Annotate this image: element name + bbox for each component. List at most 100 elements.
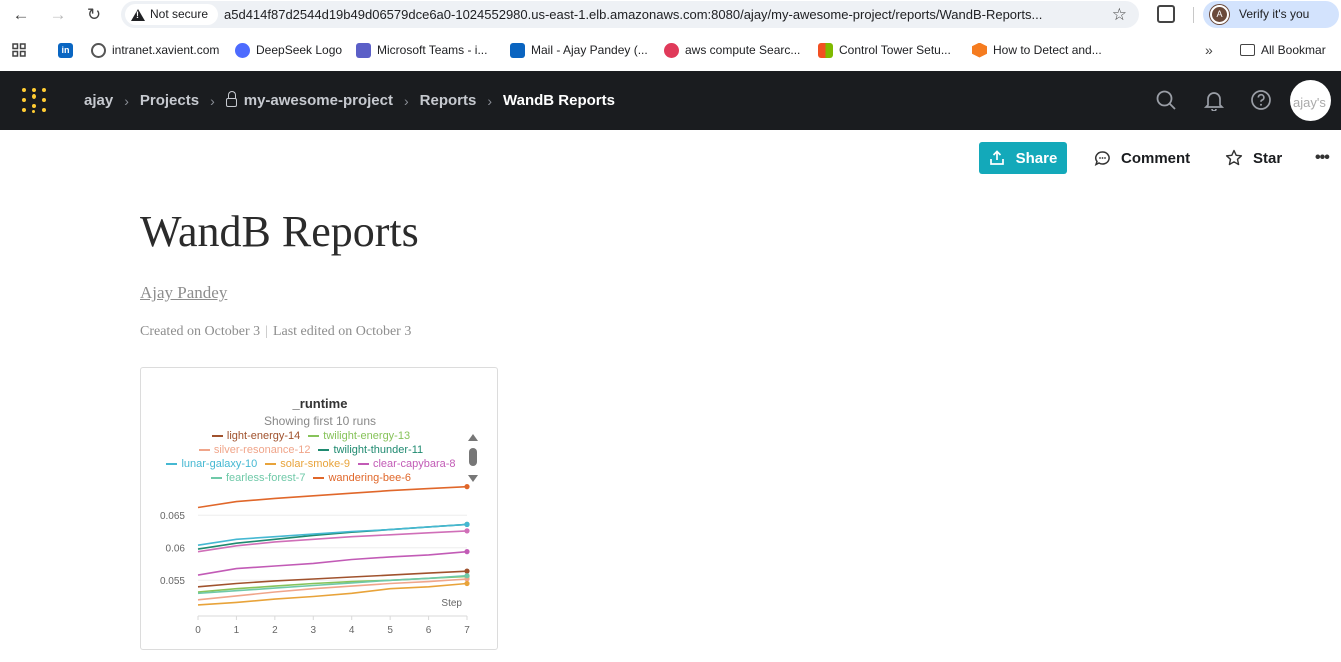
legend-swatch (318, 449, 330, 451)
chevron-right-icon: › (124, 92, 129, 109)
chevron-right-icon: › (487, 92, 492, 109)
legend-row: silver-resonance-12 twilight-thunder-11 (141, 443, 481, 457)
bookmarks-bar: in intranet.xavient.com DeepSeek Logo Mi… (0, 36, 1341, 64)
legend-swatch (211, 435, 223, 437)
bookmark-item[interactable]: Microsoft Teams - i... (356, 36, 487, 64)
wandb-logo-icon[interactable] (21, 87, 47, 113)
search-icon[interactable] (1155, 89, 1177, 111)
series-end-point (464, 549, 470, 555)
breadcrumb-project[interactable]: my-awesome-project (244, 92, 393, 109)
report-title[interactable]: WandB Reports (140, 206, 419, 257)
comment-button[interactable]: Comment (1094, 142, 1190, 174)
forward-arrow-icon[interactable]: → (47, 4, 69, 26)
bookmark-item[interactable]: DeepSeek Logo (235, 36, 342, 64)
legend-item[interactable]: fearless-forest-7 (210, 471, 305, 485)
legend-item[interactable]: wandering-bee-6 (313, 471, 411, 485)
legend-label: wandering-bee-6 (328, 472, 412, 484)
all-bookmarks-folder[interactable]: All Bookmar (1240, 36, 1326, 64)
series-end-point (464, 528, 470, 534)
legend-label: lunar-galaxy-10 (181, 458, 258, 470)
globe-icon (91, 42, 106, 58)
series-line (197, 523, 468, 546)
bookmark-label: aws compute Searc... (685, 43, 801, 57)
bookmark-label: Control Tower Setu... (839, 43, 951, 57)
legend-item[interactable]: light-energy-14 (211, 429, 301, 443)
share-button[interactable]: Share (979, 142, 1067, 174)
apps-grid-icon[interactable] (12, 36, 26, 64)
x-axis-label: Step (441, 598, 462, 609)
legend-item[interactable]: lunar-galaxy-10 (166, 457, 257, 471)
bell-icon[interactable] (1203, 89, 1225, 111)
user-avatar[interactable]: ajay's (1290, 80, 1331, 121)
bookmark-item[interactable]: How to Detect and... (972, 36, 1102, 64)
linkedin-icon: in (58, 42, 73, 58)
legend-row: light-energy-14 twilight-energy-13 (141, 429, 481, 443)
microsoft-icon (818, 42, 833, 58)
bookmark-item[interactable]: aws compute Searc... (664, 36, 800, 64)
breadcrumb-projects[interactable]: Projects (140, 92, 199, 109)
x-tick-label: 5 (387, 625, 393, 636)
bookmark-star-icon[interactable]: ☆ (1112, 4, 1127, 25)
bookmark-label: Microsoft Teams - i... (377, 43, 488, 57)
legend-swatch (265, 463, 277, 465)
folder-icon (1240, 44, 1255, 56)
legend-item[interactable]: clear-capybara-8 (357, 457, 456, 471)
x-tick-label: 3 (311, 625, 317, 636)
x-tick-label: 2 (272, 625, 278, 636)
more-bookmarks-chevron-icon[interactable]: » (1205, 36, 1213, 64)
chevron-right-icon: › (210, 92, 215, 109)
legend-swatch (210, 477, 222, 479)
report-author-link[interactable]: Ajay Pandey (140, 283, 227, 303)
more-options-icon[interactable]: ••• (1315, 149, 1330, 167)
chart-panel[interactable]: 0.055 0.06 0.065 0 1 2 3 4 5 6 7 Step _runtime Show… (140, 367, 498, 650)
back-arrow-icon[interactable]: ← (10, 4, 32, 26)
legend-item[interactable]: solar-smoke-9 (265, 457, 350, 471)
not-secure-chip[interactable]: Not secure (125, 4, 219, 25)
scroll-up-arrow-icon[interactable] (468, 434, 478, 441)
series-line (197, 485, 468, 509)
comment-icon (1094, 150, 1110, 166)
series-line (197, 550, 468, 576)
scroll-thumb[interactable] (469, 448, 477, 466)
y-tick-label: 0.065 (160, 511, 185, 522)
breadcrumb-entity[interactable]: ajay (84, 92, 113, 109)
legend-scrollbar[interactable] (468, 434, 478, 486)
legend-label: light-energy-14 (226, 430, 301, 442)
series-end-point (464, 580, 470, 587)
chart-legend: light-energy-14 twilight-energy-13 silver-… (141, 429, 481, 485)
scroll-down-arrow-icon[interactable] (468, 475, 478, 482)
legend-item[interactable]: silver-resonance-12 (198, 443, 310, 457)
legend-item[interactable]: twilight-energy-13 (308, 429, 410, 443)
extensions-icon[interactable] (1157, 5, 1175, 23)
legend-row: fearless-forest-7 wandering-bee-6 (141, 471, 481, 485)
all-bookmarks-label: All Bookmar (1261, 43, 1326, 57)
bookmark-item[interactable]: Mail - Ajay Pandey (... (510, 36, 648, 64)
bookmark-item[interactable]: Control Tower Setu... (818, 36, 951, 64)
url-text[interactable]: a5d414f87d2544d19b49d06579dce6a0-1024552… (224, 1, 1099, 28)
chart-title: _runtime (292, 396, 348, 411)
avatar-alt-text: ajay's (1293, 95, 1326, 110)
legend-label: twilight-thunder-11 (333, 444, 424, 456)
reload-icon[interactable]: ↻ (83, 4, 105, 26)
breadcrumb-current: WandB Reports (503, 92, 615, 109)
outlook-icon (510, 42, 525, 58)
bookmark-label: How to Detect and... (993, 43, 1102, 57)
not-secure-label: Not secure (150, 7, 209, 21)
star-button[interactable]: Star (1225, 142, 1282, 174)
bookmark-item[interactable]: intranet.xavient.com (91, 36, 219, 64)
breadcrumb-reports[interactable]: Reports (420, 92, 477, 109)
help-icon[interactable] (1250, 89, 1272, 111)
verify-profile-button[interactable]: A Verify it's you (1203, 1, 1339, 28)
legend-swatch (357, 463, 369, 465)
x-tick-label: 6 (426, 625, 432, 636)
x-tick-label: 7 (464, 625, 470, 636)
verify-label: Verify it's you (1239, 7, 1310, 21)
deepseek-icon (235, 42, 250, 58)
address-bar[interactable]: Not secure a5d414f87d2544d19b49d06579dce… (121, 1, 1139, 28)
star-label: Star (1253, 149, 1283, 167)
legend-item[interactable]: twilight-thunder-11 (318, 443, 423, 457)
browser-toolbar: ← → ↻ Not secure a5d414f87d2544d19b49d06… (0, 0, 1341, 31)
y-tick-label: 0.055 (160, 576, 185, 587)
series-end-point (464, 568, 470, 574)
linkedin-bookmark[interactable]: in (58, 36, 73, 64)
